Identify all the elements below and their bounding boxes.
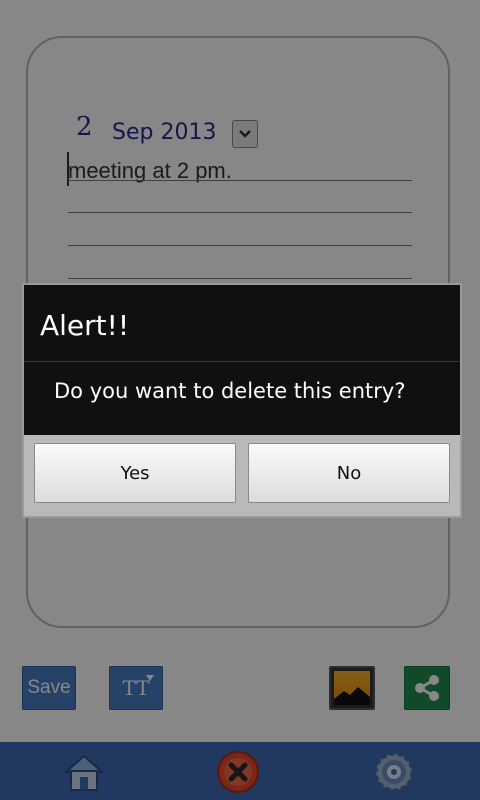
- no-button[interactable]: No: [248, 443, 450, 503]
- yes-button[interactable]: Yes: [34, 443, 236, 503]
- dialog-message: Do you want to delete this entry?: [54, 379, 406, 403]
- dialog-title: Alert!!: [40, 309, 130, 342]
- dialog-button-bar: Yes No: [24, 435, 460, 516]
- dialog-divider: [24, 361, 460, 362]
- delete-confirm-dialog: Alert!! Do you want to delete this entry…: [22, 283, 462, 518]
